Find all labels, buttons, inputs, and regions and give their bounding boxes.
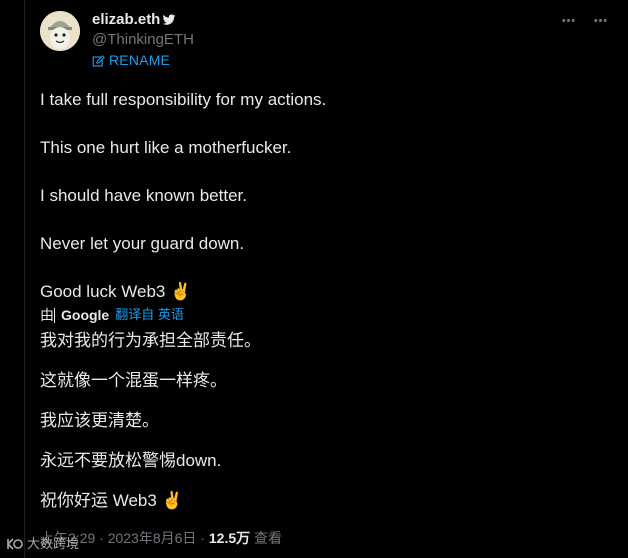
translated-text-line: 这就像一个混蛋一样疼。 bbox=[40, 371, 227, 390]
grok-icon[interactable] bbox=[561, 13, 576, 28]
text-cursor bbox=[54, 307, 55, 323]
views-count[interactable]: 12.5万 bbox=[209, 530, 250, 546]
thread-line bbox=[24, 0, 25, 558]
translated-from-link[interactable]: 翻译自 英语 bbox=[115, 306, 184, 324]
rename-label[interactable]: RENAME bbox=[109, 51, 170, 69]
author-display-name[interactable]: elizab.eth bbox=[92, 11, 176, 29]
translated-by-label: 由 bbox=[40, 307, 54, 323]
avatar[interactable] bbox=[40, 11, 80, 51]
tweet-text-line: Good luck Web3 ✌️ bbox=[40, 282, 192, 301]
edit-icon bbox=[92, 54, 105, 67]
translated-text-line: 永远不要放松警惕down. bbox=[40, 451, 222, 470]
watermark-logo-icon bbox=[6, 537, 24, 551]
meta-separator: · bbox=[196, 530, 209, 546]
translated-text-line: 我应该更清楚。 bbox=[40, 411, 159, 430]
tweet-actions-top bbox=[561, 13, 608, 28]
watermark-text: 大数跨境 bbox=[27, 536, 80, 551]
tweet-text-line: This one hurt like a motherfucker. bbox=[40, 138, 292, 157]
views-label[interactable]: 查看 bbox=[250, 530, 282, 546]
tweet-text-line: Never let your guard down. bbox=[40, 234, 245, 253]
author-handle[interactable]: @ThinkingETH bbox=[92, 31, 194, 49]
translated-text-line: 祝你好运 Web3 ✌️ bbox=[40, 491, 183, 510]
meta-separator: · bbox=[95, 530, 108, 546]
rename-button[interactable]: RENAME bbox=[92, 51, 170, 69]
author-name-text[interactable]: elizab.eth bbox=[92, 11, 160, 29]
translated-by: 由 Google 翻译自 英语 bbox=[40, 306, 184, 324]
translated-text-line: 我对我的行为承担全部责任。 bbox=[40, 331, 261, 350]
tweet-date[interactable]: 2023年8月6日 bbox=[108, 530, 197, 546]
more-icon[interactable] bbox=[593, 13, 608, 28]
tweet-text-line: I should have known better. bbox=[40, 186, 247, 205]
google-logo: Google bbox=[61, 307, 110, 323]
watermark: 大数跨境 bbox=[6, 536, 79, 552]
bird-icon bbox=[162, 13, 176, 27]
tweet-text-line: I take full responsibility for my action… bbox=[40, 90, 327, 109]
